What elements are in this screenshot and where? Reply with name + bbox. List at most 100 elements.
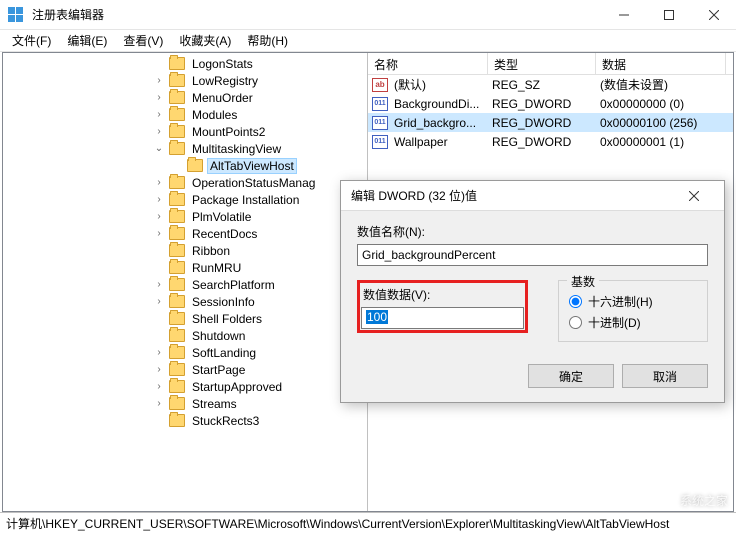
- col-data[interactable]: 数据: [596, 53, 726, 74]
- tree-item[interactable]: ›StartupApproved: [3, 378, 368, 395]
- list-row[interactable]: 011WallpaperREG_DWORD0x00000001 (1): [368, 132, 733, 151]
- tree-item-label: OperationStatusManag: [189, 176, 318, 190]
- tree-item-label: RunMRU: [189, 261, 244, 275]
- folder-icon: [169, 244, 185, 257]
- tree-item[interactable]: ⌄MultitaskingView: [3, 140, 368, 157]
- tree-item[interactable]: ›Modules: [3, 106, 368, 123]
- chevron-right-icon[interactable]: ›: [153, 296, 165, 307]
- tree-item-label: Shutdown: [189, 329, 248, 343]
- folder-icon: [169, 295, 185, 308]
- folder-icon: [169, 125, 185, 138]
- dialog-titlebar[interactable]: 编辑 DWORD (32 位)值: [341, 181, 724, 211]
- tree-item[interactable]: › LowRegistry: [3, 72, 368, 89]
- folder-icon: [169, 108, 185, 121]
- minimize-button[interactable]: [601, 0, 646, 30]
- chevron-right-icon[interactable]: ›: [153, 211, 165, 222]
- chevron-right-icon[interactable]: ›: [153, 126, 165, 137]
- chevron-right-icon[interactable]: ›: [153, 92, 165, 103]
- tree-view[interactable]: LogonStats › LowRegistry › MenuOrder›Modules…: [3, 53, 368, 511]
- chevron-right-icon[interactable]: ›: [153, 109, 165, 120]
- tree-item[interactable]: › Streams: [3, 395, 368, 412]
- tree-item-label: SearchPlatform: [189, 278, 278, 292]
- tree-item[interactable]: AltTabViewHost: [3, 157, 368, 174]
- chevron-right-icon[interactable]: ›: [153, 279, 165, 290]
- cell-name: Grid_backgro...: [390, 115, 488, 131]
- radio-dec-input[interactable]: [569, 316, 582, 329]
- tree-item-label: AltTabViewHost: [207, 158, 297, 174]
- tree-item-label: LowRegistry: [189, 74, 261, 88]
- tree-item[interactable]: LogonStats: [3, 55, 368, 72]
- tree-item[interactable]: StuckRects3: [3, 412, 368, 429]
- tree-item-label: PlmVolatile: [189, 210, 254, 224]
- tree-item-label: Ribbon: [189, 244, 233, 258]
- folder-icon: [169, 193, 185, 206]
- folder-icon: [169, 74, 185, 87]
- col-name[interactable]: 名称: [368, 53, 488, 74]
- tree-item[interactable]: ›MountPoints2: [3, 123, 368, 140]
- tree-item-label: StuckRects3: [189, 414, 262, 428]
- tree-item-label: MenuOrder: [189, 91, 256, 105]
- folder-icon: [169, 142, 185, 155]
- chevron-right-icon[interactable]: ›: [153, 347, 165, 358]
- ok-button[interactable]: 确定: [528, 364, 614, 388]
- tree-item[interactable]: RunMRU: [3, 259, 368, 276]
- chevron-right-icon[interactable]: ›: [153, 364, 165, 375]
- tree-item[interactable]: Shutdown: [3, 327, 368, 344]
- tree-item[interactable]: ›SoftLanding: [3, 344, 368, 361]
- name-label: 数值名称(N):: [357, 223, 708, 240]
- chevron-right-icon[interactable]: ›: [153, 228, 165, 239]
- tree-item[interactable]: › PlmVolatile: [3, 208, 368, 225]
- menu-edit[interactable]: 编辑(E): [59, 30, 115, 51]
- tree-item[interactable]: › SearchPlatform: [3, 276, 368, 293]
- tree-item[interactable]: › RecentDocs: [3, 225, 368, 242]
- chevron-right-icon[interactable]: ›: [153, 194, 165, 205]
- tree-item-label: SessionInfo: [189, 295, 258, 309]
- name-input[interactable]: [357, 244, 708, 266]
- cancel-button[interactable]: 取消: [622, 364, 708, 388]
- folder-icon: [169, 329, 185, 342]
- tree-item[interactable]: › SessionInfo: [3, 293, 368, 310]
- data-label: 数值数据(V):: [363, 286, 522, 303]
- menu-view[interactable]: 查看(V): [115, 30, 171, 51]
- statusbar: 计算机\HKEY_CURRENT_USER\SOFTWARE\Microsoft…: [0, 512, 736, 534]
- folder-icon: [169, 210, 185, 223]
- tree-item-label: Streams: [189, 397, 240, 411]
- close-button[interactable]: [691, 0, 736, 30]
- radio-hex[interactable]: 十六进制(H): [569, 293, 697, 310]
- menu-favorites[interactable]: 收藏夹(A): [171, 30, 239, 51]
- regedit-icon: [8, 7, 24, 23]
- radio-hex-input[interactable]: [569, 295, 582, 308]
- cell-data: 0x00000000 (0): [596, 96, 726, 112]
- maximize-button[interactable]: [646, 0, 691, 30]
- chevron-right-icon[interactable]: ›: [153, 398, 165, 409]
- menu-file[interactable]: 文件(F): [4, 30, 59, 51]
- tree-item-label: Shell Folders: [189, 312, 265, 326]
- tree-item[interactable]: › Package Installation: [3, 191, 368, 208]
- list-row[interactable]: 011BackgroundDi...REG_DWORD0x00000000 (0…: [368, 94, 733, 113]
- list-row[interactable]: ab(默认)REG_SZ(数值未设置): [368, 75, 733, 94]
- tree-item[interactable]: Ribbon: [3, 242, 368, 259]
- chevron-right-icon[interactable]: ›: [153, 177, 165, 188]
- list-row[interactable]: 011Grid_backgro...REG_DWORD0x00000100 (2…: [368, 113, 733, 132]
- tree-item[interactable]: Shell Folders: [3, 310, 368, 327]
- window-title: 注册表编辑器: [32, 6, 601, 23]
- chevron-right-icon[interactable]: ›: [153, 75, 165, 86]
- dialog-close-button[interactable]: [674, 182, 714, 210]
- cell-type: REG_DWORD: [488, 96, 596, 112]
- tree-item[interactable]: › MenuOrder: [3, 89, 368, 106]
- cell-data: 0x00000100 (256): [596, 115, 726, 131]
- chevron-right-icon[interactable]: ›: [153, 381, 165, 392]
- tree-item-label: Package Installation: [189, 193, 302, 207]
- data-input[interactable]: 100: [361, 307, 524, 329]
- col-type[interactable]: 类型: [488, 53, 596, 74]
- folder-icon: [169, 57, 185, 70]
- menu-help[interactable]: 帮助(H): [239, 30, 296, 51]
- cell-type: REG_SZ: [488, 77, 596, 93]
- tree-item[interactable]: › OperationStatusManag: [3, 174, 368, 191]
- tree-item-label: RecentDocs: [189, 227, 260, 241]
- radio-dec[interactable]: 十进制(D): [569, 314, 697, 331]
- folder-icon: [169, 312, 185, 325]
- reg-dword-icon: 011: [372, 135, 388, 149]
- tree-item[interactable]: ›StartPage: [3, 361, 368, 378]
- chevron-down-icon[interactable]: ⌄: [153, 143, 165, 154]
